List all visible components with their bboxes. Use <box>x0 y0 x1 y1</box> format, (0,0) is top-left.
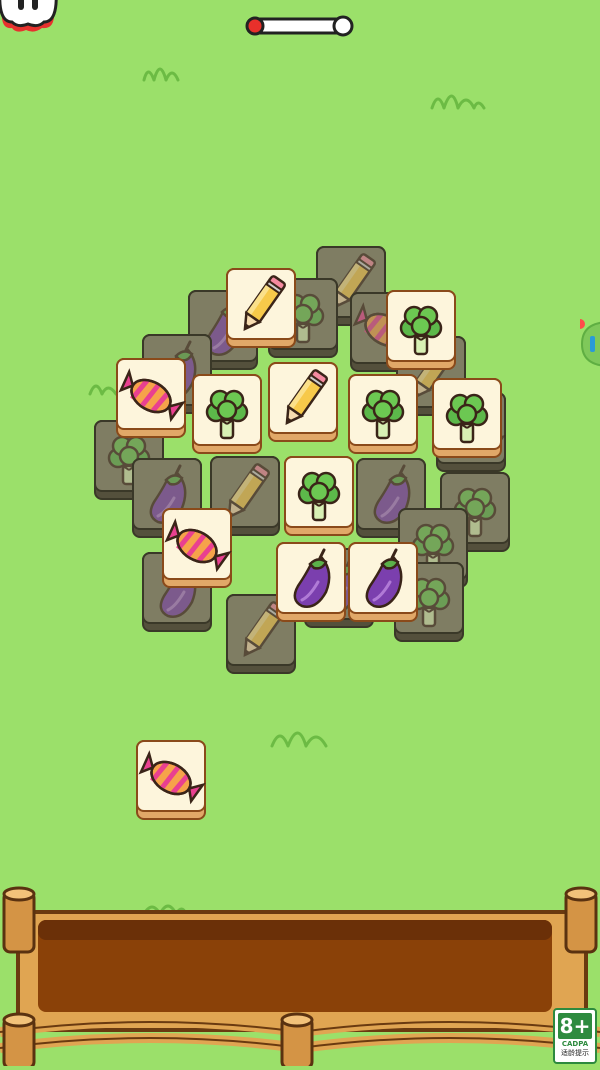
age-rating-tip: 适龄提示 <box>561 1049 589 1057</box>
age-rating-value: 8+ <box>558 1013 592 1039</box>
broccoli-icon <box>284 456 354 536</box>
tile-eggplant[interactable] <box>276 542 346 622</box>
age-rating-org: CADPA <box>561 1040 589 1048</box>
tile-candy[interactable] <box>116 358 186 438</box>
tile-candy[interactable] <box>136 740 206 820</box>
tile-pencil[interactable] <box>268 362 338 442</box>
side-panel-tab[interactable] <box>575 318 600 370</box>
tile-broccoli[interactable] <box>284 456 354 536</box>
candy-icon <box>136 740 206 820</box>
broccoli-icon <box>192 374 262 454</box>
fence-post <box>564 886 598 954</box>
broccoli-icon <box>432 378 502 458</box>
eggplant-icon <box>276 542 346 622</box>
pause-button[interactable] <box>0 0 62 32</box>
pencil-icon <box>226 268 296 348</box>
side-panel-tab-icon <box>575 319 600 367</box>
progress-marker <box>245 16 265 36</box>
grass-tuft-decor <box>270 731 328 748</box>
tile-pencil[interactable] <box>226 268 296 348</box>
broccoli-icon <box>386 290 456 370</box>
collection-tray <box>0 880 600 1070</box>
candy-icon <box>162 508 232 588</box>
level-progress-bar <box>244 14 354 38</box>
tile-candy[interactable] <box>162 508 232 588</box>
pencil-icon <box>268 362 338 442</box>
grass-tuft-decor <box>430 94 486 110</box>
eggplant-icon <box>348 542 418 622</box>
fence-post <box>2 1012 36 1070</box>
broccoli-icon <box>348 374 418 454</box>
tile-broccoli[interactable] <box>386 290 456 370</box>
tile-broccoli[interactable] <box>432 378 502 458</box>
grass-tuft-decor <box>88 384 118 396</box>
fence-post <box>280 1012 314 1070</box>
progress-goal-marker <box>332 15 354 37</box>
candy-icon <box>116 358 186 438</box>
tile-broccoli[interactable] <box>348 374 418 454</box>
fence-post <box>2 886 36 954</box>
tile-eggplant[interactable] <box>348 542 418 622</box>
pause-icon <box>0 0 58 32</box>
game-screen: { "hud": { "pause_icon": "pause-icon", "… <box>0 0 600 1070</box>
grass-tuft-decor <box>142 67 180 82</box>
tile-broccoli[interactable] <box>192 374 262 454</box>
age-rating-badge: 8+ CADPA 适龄提示 <box>553 1008 597 1064</box>
